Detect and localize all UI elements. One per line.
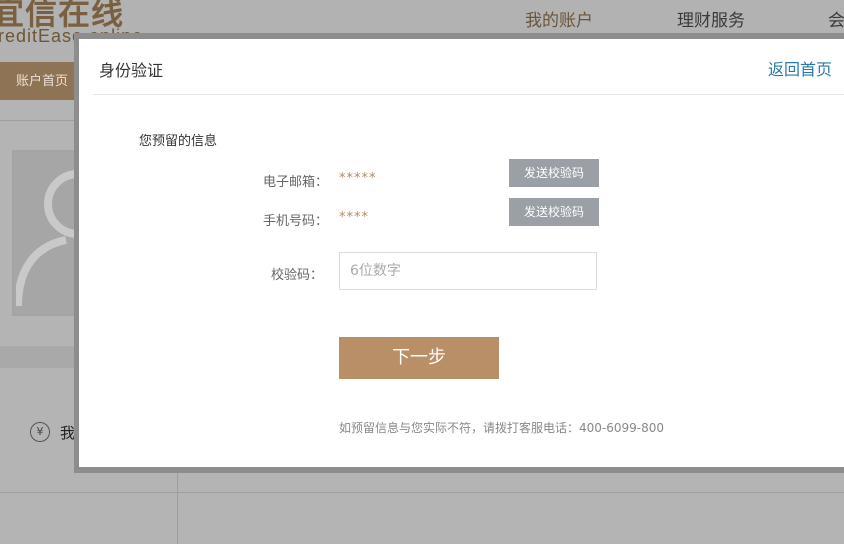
send-phone-code-button[interactable]: 发送校验码 — [509, 198, 599, 226]
nav-my-account[interactable]: 我的账户 — [525, 6, 593, 31]
phone-label: 手机号码： — [263, 214, 329, 229]
my-assets-label[interactable]: 我 — [60, 422, 75, 443]
send-email-code-button[interactable]: 发送校验码 — [509, 159, 599, 187]
phone-masked-value: **** — [339, 210, 369, 225]
dialog-divider — [93, 94, 844, 95]
email-masked-value: ***** — [339, 171, 377, 186]
divider — [177, 470, 178, 544]
verification-code-input[interactable] — [339, 252, 597, 290]
user-silhouette-icon — [16, 170, 78, 307]
nav-member[interactable]: 会 — [828, 6, 844, 31]
dialog-title: 身份验证 — [99, 61, 164, 80]
divider — [0, 492, 844, 493]
reserved-info-heading: 您预留的信息 — [139, 134, 218, 149]
nav-finance-service[interactable]: 理财服务 — [677, 6, 745, 31]
identity-verification-dialog: 身份验证 返回首页 您预留的信息 电子邮箱： ***** 发送校验码 手机号码：… — [79, 39, 844, 467]
yen-icon: ¥ — [30, 422, 50, 442]
next-step-button[interactable]: 下一步 — [339, 337, 499, 379]
email-label: 电子邮箱： — [263, 175, 329, 190]
back-to-home-link[interactable]: 返回首页 — [768, 56, 832, 80]
verification-code-label: 校验码： — [271, 268, 324, 283]
customer-service-note: 如预留信息与您实际不符，请拨打客服电话：400-6099-800 — [339, 421, 665, 435]
